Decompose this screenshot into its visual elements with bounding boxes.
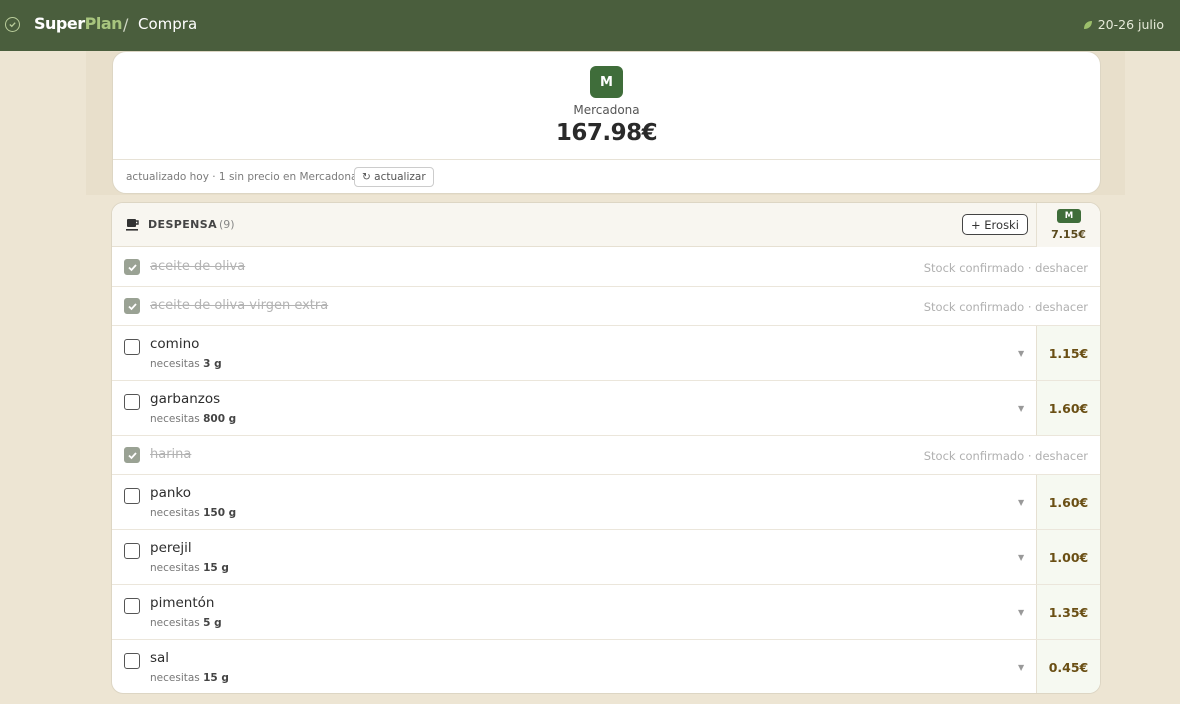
item-checkbox[interactable] — [124, 598, 140, 614]
week-range[interactable]: 20-26 julio — [1083, 17, 1164, 32]
item-need: necesitas 5 g — [150, 617, 222, 629]
item-name: garbanzos — [150, 391, 221, 407]
list-item[interactable]: sal necesitas 15 g ▼ 0.45€ — [112, 640, 1100, 693]
store-mini-badge: M — [1057, 209, 1081, 223]
week-label: 20-26 julio — [1097, 17, 1164, 32]
list-item[interactable]: panko necesitas 150 g ▼ 1.60€ — [112, 475, 1100, 530]
item-need: necesitas 800 g — [150, 413, 236, 425]
item-name: sal — [150, 650, 170, 666]
brand-part-super: Super — [34, 14, 85, 33]
need-quantity: 5 g — [203, 617, 222, 629]
section-header: DESPENSA (9) + Eroski M 7.15€ — [112, 203, 1100, 247]
need-label: necesitas — [150, 672, 200, 684]
list-item[interactable]: comino necesitas 3 g ▼ 1.15€ — [112, 326, 1100, 381]
stock-undo-link[interactable]: Stock confirmado · deshacer — [924, 449, 1088, 463]
list-item[interactable]: garbanzos necesitas 800 g ▼ 1.60€ — [112, 381, 1100, 436]
item-name: aceite de oliva virgen extra — [150, 298, 329, 313]
chevron-down-icon[interactable]: ▼ — [1018, 349, 1024, 358]
leaf-icon — [1083, 20, 1092, 29]
chevron-down-icon[interactable]: ▼ — [1018, 553, 1024, 562]
item-need: necesitas 150 g — [150, 507, 236, 519]
need-quantity: 15 g — [203, 672, 229, 684]
item-price: 1.35€ — [1036, 585, 1100, 639]
item-checkbox[interactable] — [124, 298, 140, 314]
need-label: necesitas — [150, 507, 200, 519]
need-quantity: 800 g — [203, 413, 237, 425]
check-icon — [127, 451, 137, 459]
add-store-button[interactable]: + Eroski — [962, 214, 1028, 235]
item-name: panko — [150, 485, 191, 501]
need-label: necesitas — [150, 413, 200, 425]
section-count: (9) — [219, 218, 235, 231]
check-icon — [127, 302, 137, 310]
pantry-section: DESPENSA (9) + Eroski M 7.15€ aceite de … — [111, 202, 1101, 694]
section-title: DESPENSA — [148, 218, 217, 231]
need-label: necesitas — [150, 617, 200, 629]
update-status: actualizado hoy · 1 sin precio en Mercad… — [126, 171, 358, 183]
list-item[interactable]: perejil necesitas 15 g ▼ 1.00€ — [112, 530, 1100, 585]
item-name: pimentón — [150, 595, 215, 611]
item-name: harina — [150, 447, 192, 462]
item-need: necesitas 3 g — [150, 358, 222, 370]
brand-logo[interactable]: SuperPlan — [34, 14, 123, 33]
check-icon — [127, 263, 137, 271]
item-price: 1.15€ — [1036, 326, 1100, 380]
item-checkbox[interactable] — [124, 653, 140, 669]
item-checkbox[interactable] — [124, 339, 140, 355]
refresh-button[interactable]: ↻ actualizar — [354, 167, 434, 187]
page-title: Compra — [138, 15, 198, 33]
item-price: 1.60€ — [1036, 475, 1100, 529]
chevron-down-icon[interactable]: ▼ — [1018, 498, 1024, 507]
chevron-down-icon[interactable]: ▼ — [1018, 608, 1024, 617]
item-price: 1.00€ — [1036, 530, 1100, 584]
stock-undo-link[interactable]: Stock confirmado · deshacer — [924, 261, 1088, 275]
item-checkbox[interactable] — [124, 447, 140, 463]
item-checkbox[interactable] — [124, 394, 140, 410]
logo-check-icon[interactable] — [5, 17, 20, 32]
need-label: necesitas — [150, 562, 200, 574]
item-price: 0.45€ — [1036, 640, 1100, 693]
chevron-down-icon[interactable]: ▼ — [1018, 404, 1024, 413]
item-name: perejil — [150, 540, 192, 556]
store-total: 167.98€ — [555, 120, 658, 146]
top-bar: SuperPlan / Compra 20-26 julio — [0, 0, 1180, 51]
breadcrumb-separator: / — [123, 15, 129, 34]
cup-icon — [126, 219, 139, 231]
list-item: aceite de oliva Stock confirmado · desha… — [112, 248, 1100, 287]
divider — [113, 159, 1100, 160]
chevron-down-icon[interactable]: ▼ — [1018, 663, 1024, 672]
list-item: harina Stock confirmado · deshacer — [112, 436, 1100, 475]
item-need: necesitas 15 g — [150, 562, 229, 574]
brand-part-plan: Plan — [84, 14, 123, 33]
need-quantity: 3 g — [203, 358, 222, 370]
need-quantity: 150 g — [203, 507, 237, 519]
need-label: necesitas — [150, 358, 200, 370]
need-quantity: 15 g — [203, 562, 229, 574]
list-item: aceite de oliva virgen extra Stock confi… — [112, 287, 1100, 326]
item-checkbox[interactable] — [124, 488, 140, 504]
item-need: necesitas 15 g — [150, 672, 229, 684]
section-store-total: 7.15€ — [1051, 228, 1086, 241]
store-column-header: M 7.15€ — [1036, 203, 1100, 247]
item-name: aceite de oliva — [150, 259, 246, 274]
store-name: Mercadona — [573, 103, 640, 117]
item-checkbox[interactable] — [124, 259, 140, 275]
stock-undo-link[interactable]: Stock confirmado · deshacer — [924, 300, 1088, 314]
store-summary-card: M Mercadona 167.98€ actualizado hoy · 1 … — [112, 51, 1101, 194]
list-item[interactable]: pimentón necesitas 5 g ▼ 1.35€ — [112, 585, 1100, 640]
item-checkbox[interactable] — [124, 543, 140, 559]
item-price: 1.60€ — [1036, 381, 1100, 435]
item-name: comino — [150, 336, 200, 352]
store-badge[interactable]: M — [590, 66, 623, 98]
